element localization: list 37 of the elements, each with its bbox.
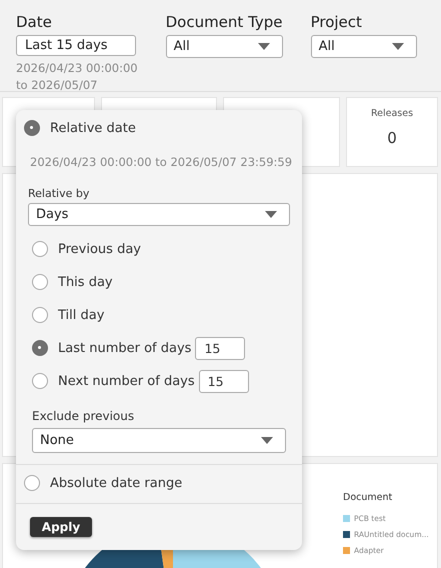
apply-button[interactable]: Apply (30, 517, 92, 537)
radio-option[interactable]: Relative date (24, 120, 290, 136)
dropdown-caret-icon (261, 437, 273, 444)
date-range-text: 2026/04/23 00:00:00 to 2026/05/07 23:59:59 (30, 155, 292, 169)
dropdown-caret-icon (265, 211, 277, 218)
radio-option[interactable]: Absolute date range (24, 475, 294, 491)
card-value: 0 (387, 129, 397, 147)
radio-option[interactable]: This day (32, 270, 290, 294)
dropdown[interactable]: All (310, 35, 417, 58)
field-label: Exclude previous (32, 409, 136, 423)
filter-label: Document Type (166, 13, 283, 31)
date-range-text: 2026/04/23 00:00:00 (16, 60, 138, 77)
filter-label: Date (16, 13, 53, 31)
radio-icon[interactable] (32, 307, 48, 323)
legend-title: Document (343, 492, 394, 503)
radio-icon[interactable] (24, 120, 40, 136)
radio-icon[interactable] (32, 340, 48, 356)
card-label: Releases (370, 108, 414, 119)
filter-label: Project (310, 13, 363, 31)
radio-option[interactable]: Next number of days 15 (32, 369, 290, 393)
dropdown-caret-icon (258, 43, 270, 50)
radio-icon[interactable] (32, 274, 48, 290)
date-field[interactable]: Last 15 days (16, 35, 136, 56)
radio-option[interactable]: Till day (32, 303, 290, 327)
number-field[interactable]: 15 (198, 370, 249, 392)
field-label: Relative by (28, 187, 90, 200)
radio-icon[interactable] (32, 373, 48, 389)
radio-option[interactable]: Last number of days 15 (32, 336, 290, 360)
dropdown[interactable]: Days (28, 203, 290, 226)
dropdown[interactable]: All (166, 35, 283, 58)
radio-icon[interactable] (24, 475, 40, 491)
number-field[interactable]: 15 (195, 336, 246, 360)
dropdown[interactable]: None (32, 428, 286, 453)
dropdown-caret-icon (392, 43, 404, 50)
date-range-text: to 2026/05/07 (16, 77, 98, 91)
radio-option[interactable]: Previous day (32, 237, 290, 261)
radio-icon[interactable] (32, 241, 48, 257)
